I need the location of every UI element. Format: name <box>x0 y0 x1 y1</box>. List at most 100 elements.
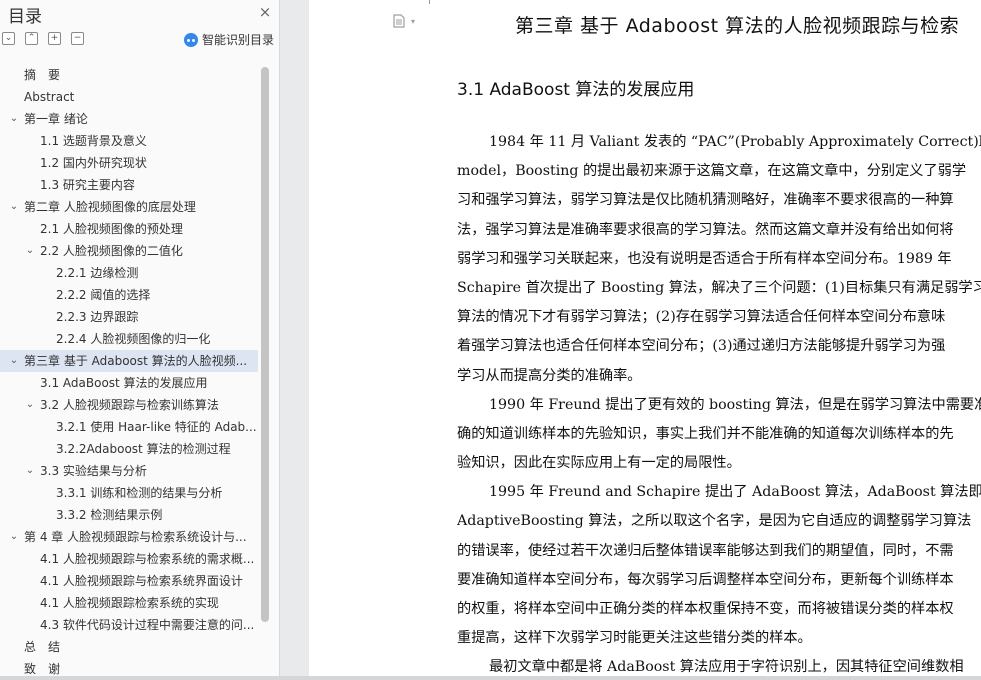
paragraph-line: 要准确知道样本空间分布，每次弱学习后调整样本空间分布，更新每个训练样本 <box>457 571 954 588</box>
toc-item[interactable]: ⌄ 第 4 章 人脸视频跟踪与检索系统设计与... <box>0 526 258 548</box>
toc-title: 目录 <box>8 7 42 27</box>
toc-item-label: Abstract <box>24 90 75 104</box>
paragraph-line: model，Boosting 的提出最初来源于这篇文章，在这篇文章中，分别定义了… <box>457 163 967 180</box>
toc-item[interactable]: ⌄ 第一章 绪论 <box>0 108 258 130</box>
toc-item-label: 2.1 人脸视频图像的预处理 <box>40 222 183 236</box>
add-heading-button[interactable]: + <box>48 32 61 45</box>
toc-item[interactable]: 3.3.2 检测结果示例 <box>0 504 258 526</box>
toc-item[interactable]: 3.2.1 使用 Haar-like 特征的 Adab... <box>0 416 258 438</box>
paragraph-line: 着强学习算法也适合任何样本空间分布；(3)通过递归方法能够提升弱学习为强 <box>457 338 946 355</box>
toc-item-label: 第 4 章 人脸视频跟踪与检索系统设计与... <box>24 530 247 544</box>
toc-item-label: 3.2.2Adaboost 算法的检测过程 <box>56 442 231 456</box>
toc-item[interactable]: 4.1 人脸视频跟踪与检索系统的需求概... <box>0 548 258 570</box>
toc-item-label: 2.2.2 阈值的选择 <box>56 288 151 302</box>
chevron-down-icon[interactable]: ⌄ <box>8 350 20 372</box>
document-body: 1984 年 11 月 Valiant 发表的 “PAC”(Probably A… <box>457 128 981 680</box>
toc-list: 摘 要 Abstract ⌄ 第一章 绪论 1.1 选题背景及意义 1.2 国内外研究现状… <box>0 64 258 680</box>
paragraph-line: AdaptiveBoosting 算法，之所以取这个名字，是因为它自适应的调整弱… <box>457 513 972 530</box>
toc-item-label: 第三章 基于 Adaboost 算法的人脸视频... <box>24 354 248 368</box>
toc-item[interactable]: 总 结 <box>0 636 258 658</box>
toc-item[interactable]: 3.1 AdaBoost 算法的发展应用 <box>0 372 258 394</box>
chevron-down-icon[interactable]: ⌄ <box>24 460 36 482</box>
paragraph-line: 1984 年 11 月 Valiant 发表的 “PAC”(Probably A… <box>489 134 981 150</box>
toc-item-label: 1.2 国内外研究现状 <box>40 156 147 170</box>
toc-panel: 目录 × ⌄ ⌃ + − 智能识别目录 摘 要 Abstract ⌄ 第一章 绪论 1.… <box>0 0 280 680</box>
toc-scrollbar-thumb[interactable] <box>261 67 269 622</box>
chevron-down-icon[interactable]: ⌄ <box>24 394 36 416</box>
paragraph-line: 习和强学习算法，弱学习算法是仅比随机猜测略好，准确率不要求很高的一种算 <box>457 192 954 209</box>
toc-item[interactable]: 摘 要 <box>0 64 258 86</box>
toc-item-label: 2.2.4 人脸视频图像的归一化 <box>56 332 211 346</box>
toc-item[interactable]: 2.1 人脸视频图像的预处理 <box>0 218 258 240</box>
toc-item-label: 第一章 绪论 <box>24 112 88 126</box>
chevron-down-icon[interactable]: ⌄ <box>8 526 20 548</box>
toc-item[interactable]: 1.2 国内外研究现状 <box>0 152 258 174</box>
ai-assistant-icon <box>184 32 198 47</box>
expand-all-button[interactable]: ⌃ <box>25 32 38 45</box>
paragraph-line: 验知识，因此在实际应用上有一定的局限性。 <box>457 455 741 472</box>
toc-item[interactable]: 3.2.2Adaboost 算法的检测过程 <box>0 438 258 460</box>
paragraph-line: 重提高，这样下次弱学习时能更关注这些错分类的样本。 <box>457 630 812 647</box>
smart-toc-label: 智能识别目录 <box>202 33 275 47</box>
toc-item-label: 1.3 研究主要内容 <box>40 178 135 192</box>
toc-item-label: 2.2 人脸视频图像的二值化 <box>40 244 183 258</box>
toc-item[interactable]: 4.1 人脸视频跟踪检索系统的实现 <box>0 592 258 614</box>
toc-item[interactable]: ⌄ 第三章 基于 Adaboost 算法的人脸视频... <box>0 350 258 372</box>
page-corner-mark <box>429 0 430 4</box>
toc-item-label: 2.2.3 边界跟踪 <box>56 310 139 324</box>
toc-item[interactable]: 2.2.1 边缘检测 <box>0 262 258 284</box>
toc-item[interactable]: ⌄ 3.3 实验结果与分析 <box>0 460 258 482</box>
toc-item[interactable]: Abstract <box>0 86 258 108</box>
toc-item-label: 2.2.1 边缘检测 <box>56 266 139 280</box>
paragraph-line: 确的知道训练样本的先验知识，事实上我们并不能准确的知道每次训练样本的先 <box>457 425 954 442</box>
paragraph-line: 算法的情况下才有弱学习算法；(2)存在弱学习算法适合任何样本空间分布意味 <box>457 309 946 326</box>
toc-item-label: 摘 要 <box>24 68 61 82</box>
document-page: ▾ 第三章 基于 Adaboost 算法的人脸视频跟踪与检索 3.1 AdaBo… <box>309 0 981 680</box>
toc-item-label: 1.1 选题背景及意义 <box>40 134 147 148</box>
toc-item[interactable]: 4.3 软件代码设计过程中需要注意的问... <box>0 614 258 636</box>
toc-item-label: 3.3.1 训练和检测的结果与分析 <box>56 486 223 500</box>
toc-item[interactable]: 2.2.3 边界跟踪 <box>0 306 258 328</box>
paragraph-line: 的权重，将样本空间中正确分类的样本权重保持不变，而将被错误分类的样本权 <box>457 601 954 617</box>
remove-heading-button[interactable]: − <box>71 32 84 45</box>
chevron-down-icon[interactable]: ▾ <box>411 17 415 26</box>
document-area: ▾ 第三章 基于 Adaboost 算法的人脸视频跟踪与检索 3.1 AdaBo… <box>281 0 981 680</box>
toc-item-label: 3.3.2 检测结果示例 <box>56 508 163 522</box>
toc-item-label: 3.1 AdaBoost 算法的发展应用 <box>40 376 208 390</box>
chapter-title: 第三章 基于 Adaboost 算法的人脸视频跟踪与检索 <box>515 15 960 37</box>
smart-toc-button[interactable]: 智能识别目录 <box>184 31 274 48</box>
toc-item-label: 3.3 实验结果与分析 <box>40 464 147 478</box>
toc-item[interactable]: 2.2.4 人脸视频图像的归一化 <box>0 328 258 350</box>
collapse-all-button[interactable]: ⌄ <box>2 32 15 45</box>
toc-item-label: 4.1 人脸视频跟踪检索系统的实现 <box>40 596 219 610</box>
toc-item[interactable]: 1.3 研究主要内容 <box>0 174 258 196</box>
toc-item-label: 3.2.1 使用 Haar-like 特征的 Adab... <box>56 420 257 434</box>
toc-item[interactable]: 1.1 选题背景及意义 <box>0 130 258 152</box>
toc-item[interactable]: 4.1 人脸视频跟踪与检索系统界面设计 <box>0 570 258 592</box>
chevron-down-icon[interactable]: ⌄ <box>8 108 20 130</box>
paragraph-line: 弱学习和强学习关联起来，也没有说明是否适合于所有样本空间分布。1989 年 <box>457 250 952 267</box>
toc-item-label: 4.1 人脸视频跟踪与检索系统的需求概... <box>40 552 255 566</box>
toc-item-label: 4.3 软件代码设计过程中需要注意的问... <box>40 618 255 632</box>
chevron-down-icon[interactable]: ⌄ <box>8 196 20 218</box>
toc-item-label: 第二章 人脸视频图像的底层处理 <box>24 200 196 214</box>
toc-item[interactable]: 2.2.2 阈值的选择 <box>0 284 258 306</box>
toc-item[interactable]: ⌄ 3.2 人脸视频跟踪与检索训练算法 <box>0 394 258 416</box>
toc-item[interactable]: 3.3.1 训练和检测的结果与分析 <box>0 482 258 504</box>
paragraph-line: Schapire 首次提出了 Boosting 算法，解决了三个问题：(1)目标… <box>457 279 981 296</box>
close-icon[interactable]: × <box>256 3 274 21</box>
toc-item-label: 4.1 人脸视频跟踪与检索系统界面设计 <box>40 574 243 588</box>
paragraph-line: 1990 年 Freund 提出了更有效的 boosting 算法，但是在弱学习… <box>489 396 981 413</box>
section-title: 3.1 AdaBoost 算法的发展应用 <box>457 80 695 100</box>
document-icon[interactable] <box>393 14 405 32</box>
toc-item[interactable]: ⌄ 2.2 人脸视频图像的二值化 <box>0 240 258 262</box>
toc-toolbar: ⌄ ⌃ + − <box>2 32 84 46</box>
toc-item-label: 3.2 人脸视频跟踪与检索训练算法 <box>40 398 219 412</box>
chevron-down-icon[interactable]: ⌄ <box>24 240 36 262</box>
bottom-scrollbar[interactable] <box>0 676 981 680</box>
toc-item[interactable]: ⌄ 第二章 人脸视频图像的底层处理 <box>0 196 258 218</box>
paragraph-line: 法，强学习算法是准确率要求很高的学习算法。然而这篇文章并没有给出如何将 <box>457 221 954 238</box>
toc-item-label: 总 结 <box>24 640 61 654</box>
paragraph-line: 学习从而提高分类的准确率。 <box>457 367 642 384</box>
paragraph-line: 的错误率，使经过若干次递归后整体错误率能够达到我们的期望值，同时，不需 <box>457 542 954 559</box>
